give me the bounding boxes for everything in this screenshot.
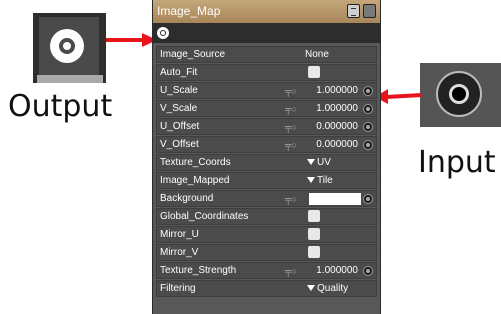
input-port-icon: [436, 71, 482, 117]
key-icon[interactable]: ╤○: [285, 86, 299, 96]
param-row-texture-strength[interactable]: Texture_Strength ╤○ 1.000000: [156, 262, 377, 279]
param-row-texture-coords[interactable]: Texture_Coords UV: [156, 154, 377, 171]
param-row-v-scale[interactable]: V_Scale ╤○ 1.000000: [156, 100, 377, 117]
background-input-port[interactable]: [363, 194, 373, 204]
u-offset-value[interactable]: 0.000000: [316, 121, 358, 132]
param-label: Auto_Fit: [160, 67, 198, 78]
param-label: Mirror_U: [160, 229, 199, 240]
param-row-global-coordinates[interactable]: Global_Coordinates: [156, 208, 377, 225]
auto-fit-checkbox[interactable]: [308, 66, 320, 78]
param-row-background[interactable]: Background ╤○: [156, 190, 377, 207]
param-label: Filtering: [160, 283, 196, 294]
param-row-v-offset[interactable]: V_Offset ╤○ 0.000000: [156, 136, 377, 153]
param-label: Image_Mapped: [160, 175, 230, 186]
param-label: Texture_Coords: [160, 157, 231, 168]
u-offset-input-port[interactable]: [363, 122, 373, 132]
texture-strength-value[interactable]: 1.000000: [316, 265, 358, 276]
output-port-icon: [50, 29, 84, 63]
global-coordinates-checkbox[interactable]: [308, 210, 320, 222]
node-title: Image_Map: [157, 4, 221, 18]
param-row-mirror-v[interactable]: Mirror_V: [156, 244, 377, 261]
param-label: Global_Coordinates: [160, 211, 249, 222]
param-row-image-mapped[interactable]: Image_Mapped Tile: [156, 172, 377, 189]
mirror-v-checkbox[interactable]: [308, 246, 320, 258]
param-label: U_Offset: [160, 121, 200, 132]
output-label: Output: [8, 89, 113, 124]
param-row-mirror-u[interactable]: Mirror_U: [156, 226, 377, 243]
node-title-bar[interactable]: Image_Map: [153, 0, 380, 23]
key-icon[interactable]: ╤○: [285, 140, 299, 150]
node-menu-button[interactable]: [347, 4, 360, 18]
output-port[interactable]: [157, 27, 169, 39]
texture-coords-dropdown[interactable]: UV: [307, 157, 331, 168]
param-row-u-offset[interactable]: U_Offset ╤○ 0.000000: [156, 118, 377, 135]
background-color-swatch[interactable]: [309, 193, 361, 205]
mirror-u-checkbox[interactable]: [308, 228, 320, 240]
dropdown-triangle-icon: [307, 159, 315, 166]
input-arrow: [375, 89, 423, 104]
image-mapped-dropdown[interactable]: Tile: [307, 175, 333, 186]
param-label: Background: [160, 193, 214, 204]
output-port-zoom: [33, 13, 106, 83]
texture-strength-input-port[interactable]: [363, 266, 373, 276]
key-icon[interactable]: ╤○: [285, 194, 299, 204]
filtering-value: Quality: [317, 283, 349, 294]
v-scale-input-port[interactable]: [363, 104, 373, 114]
v-offset-value[interactable]: 0.000000: [316, 139, 358, 150]
image-mapped-value: Tile: [317, 175, 333, 186]
u-scale-value[interactable]: 1.000000: [316, 85, 358, 96]
dropdown-triangle-icon: [307, 177, 315, 184]
output-arrow: [106, 33, 157, 47]
key-icon[interactable]: ╤○: [285, 266, 299, 276]
texture-coords-value: UV: [317, 157, 331, 168]
param-label: Texture_Strength: [160, 265, 237, 276]
input-label: Input: [418, 145, 496, 180]
param-label: Mirror_V: [160, 247, 199, 258]
param-label: V_Scale: [160, 103, 198, 114]
image-map-node[interactable]: Image_Map Image_Source None Auto_Fit U_S…: [152, 0, 381, 314]
key-icon[interactable]: ╤○: [285, 122, 299, 132]
u-scale-input-port[interactable]: [363, 86, 373, 96]
v-scale-value[interactable]: 1.000000: [316, 103, 358, 114]
param-row-image-source[interactable]: Image_Source None: [156, 46, 377, 63]
image-source-value[interactable]: None: [305, 49, 329, 60]
param-label: U_Scale: [160, 85, 198, 96]
input-port-zoom: [420, 63, 501, 127]
param-row-auto-fit[interactable]: Auto_Fit: [156, 64, 377, 81]
param-label: V_Offset: [160, 139, 199, 150]
output-row: [153, 23, 380, 43]
v-offset-input-port[interactable]: [363, 140, 373, 150]
dropdown-triangle-icon: [307, 285, 315, 292]
node-collapse-button[interactable]: [363, 4, 376, 18]
param-row-filtering[interactable]: Filtering Quality: [156, 280, 377, 297]
key-icon[interactable]: ╤○: [285, 104, 299, 114]
param-row-u-scale[interactable]: U_Scale ╤○ 1.000000: [156, 82, 377, 99]
param-label: Image_Source: [160, 49, 226, 60]
filtering-dropdown[interactable]: Quality: [307, 283, 348, 294]
